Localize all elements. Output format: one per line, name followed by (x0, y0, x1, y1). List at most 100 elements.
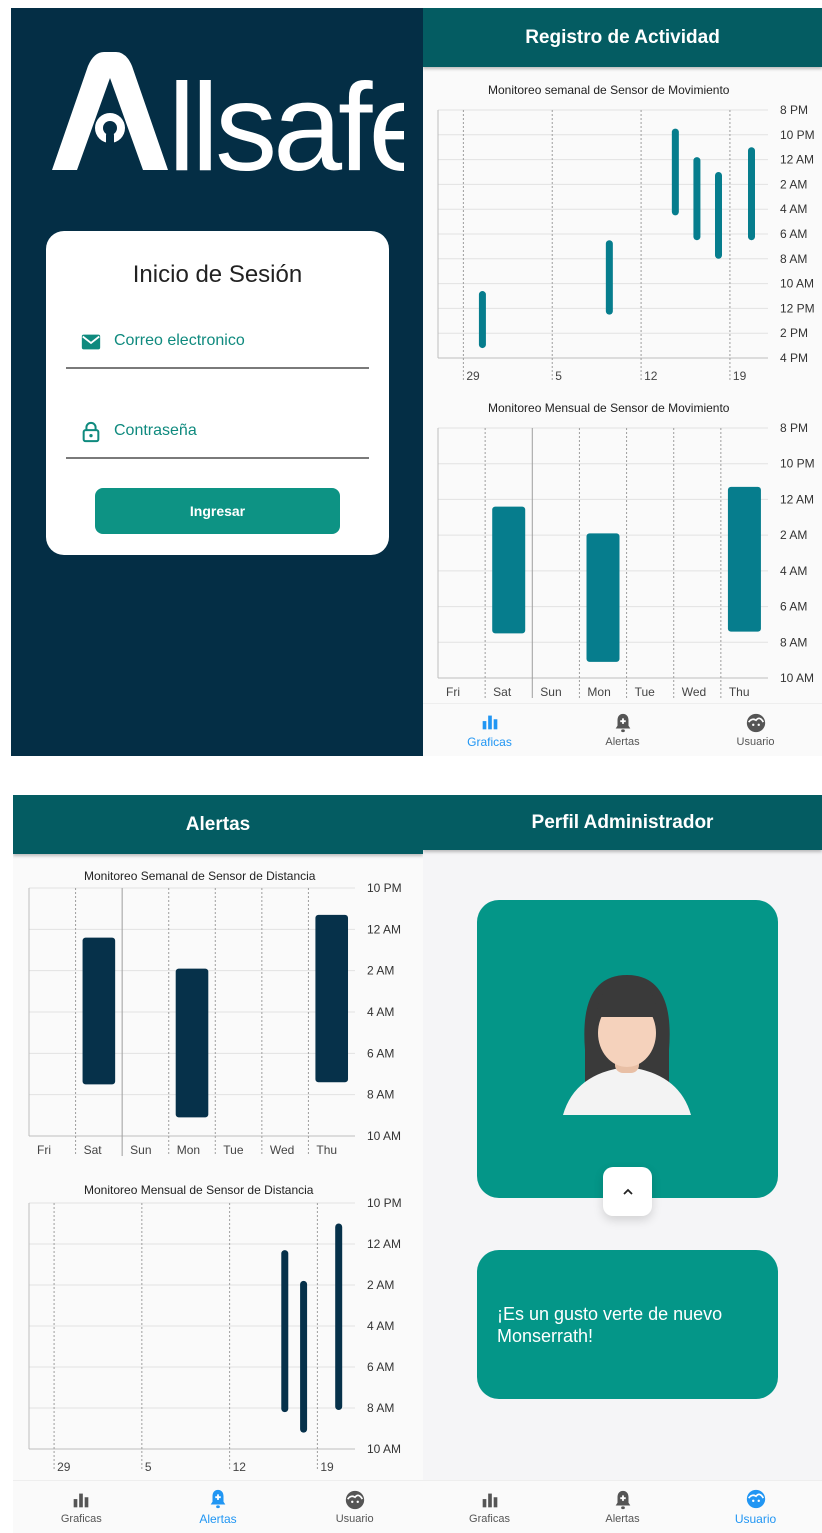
y-tick-label: 8 PM (780, 421, 808, 435)
bar-chart-icon (482, 715, 497, 730)
nav-label-alertas: Alertas (605, 1513, 640, 1525)
nav-graficas[interactable]: Graficas (423, 1481, 556, 1533)
password-field[interactable]: Contraseña (66, 401, 369, 459)
login-button[interactable]: Ingresar (95, 488, 340, 534)
y-tick-label: 2 AM (780, 177, 807, 191)
nav-alertas[interactable]: Alertas (150, 1481, 287, 1533)
welcome-card: ¡Es un gusto verte de nuevo Monserrath! (477, 1250, 778, 1399)
y-tick-label: 10 PM (780, 457, 815, 471)
page-title: Registro de Actividad (423, 8, 822, 67)
face-icon (746, 1489, 765, 1509)
range-bar (715, 172, 722, 259)
y-tick-label: 2 PM (780, 326, 808, 340)
x-tick-label: 19 (320, 1460, 334, 1474)
chart-dist-semanal: 10 PM 12 AM 2 AM 4 AM 6 AM 8 AM 10 AM Fri Sat Sun… (28, 881, 402, 1157)
y-tick-label: 8 AM (780, 252, 807, 266)
nav-usuario[interactable]: Usuario (689, 704, 822, 756)
x-tick-label: Sat (493, 685, 512, 699)
x-tick-label: Sat (84, 1143, 103, 1157)
y-tick-label: 6 AM (367, 1046, 394, 1060)
nav-label-alertas: Alertas (199, 1512, 237, 1526)
allsafe-logo: llsafe (52, 52, 404, 182)
nav-label-usuario: Usuario (335, 1513, 374, 1525)
y-tick-label: 12 AM (780, 153, 814, 167)
bar-chart-icon (482, 1493, 497, 1508)
avatar (563, 975, 691, 1115)
x-tick-label: 5 (145, 1460, 152, 1474)
nav-label-usuario: Usuario (736, 736, 775, 748)
logo-text: llsafe (168, 59, 404, 182)
x-tick-label: 5 (555, 369, 562, 383)
bar-chart-icon (73, 1493, 89, 1508)
y-tick-label: 8 AM (367, 1401, 394, 1415)
nav-label-usuario: Usuario (734, 1512, 777, 1526)
y-tick-label: 10 AM (367, 1129, 401, 1143)
x-tick-label: Wed (682, 685, 706, 699)
x-tick-label: 29 (466, 369, 480, 383)
range-bar (605, 240, 613, 315)
bell-plus-icon (615, 1490, 630, 1510)
chart-dist-mensual: 10 PM 12 AM 2 AM 4 AM 6 AM 8 AM 10 AM 29 5 12 19 (28, 1196, 402, 1474)
x-tick-label: Mon (587, 685, 610, 699)
face-icon (746, 713, 765, 733)
registro-screen: Registro de Actividad Monitoreo semanal … (423, 8, 822, 756)
nav-graficas[interactable]: Graficas (423, 704, 556, 756)
chart-mov-mensual: 8 PM 10 PM 12 AM 2 AM 4 AM 6 AM 8 AM 10 AM Fri Sa… (437, 421, 815, 699)
range-bar (315, 914, 349, 1083)
login-card: Inicio de Sesión Correo electronico Cont… (46, 231, 389, 555)
expand-button[interactable] (603, 1167, 652, 1216)
bell-plus-icon (210, 1489, 226, 1509)
y-tick-label: 10 AM (780, 277, 814, 291)
y-tick-label: 4 AM (367, 1005, 394, 1019)
y-tick-label: 8 PM (780, 103, 808, 117)
lock-icon (82, 421, 100, 443)
y-tick-label: 6 AM (780, 600, 807, 614)
y-tick-label: 4 AM (780, 202, 807, 216)
y-tick-label: 12 AM (367, 1237, 401, 1251)
x-tick-label: Fri (446, 685, 460, 699)
x-tick-label: Wed (270, 1143, 294, 1157)
y-tick-label: 4 AM (367, 1319, 394, 1333)
password-label: Contraseña (114, 422, 197, 439)
range-bar (693, 157, 701, 241)
y-tick-label: 8 AM (780, 635, 807, 649)
y-tick-label: 10 AM (780, 671, 814, 685)
page-title: Alertas (13, 795, 423, 854)
x-tick-label: 12 (644, 369, 658, 383)
x-tick-label: Fri (37, 1143, 51, 1157)
y-tick-label: 4 PM (780, 351, 808, 365)
range-bar (335, 1223, 343, 1411)
mail-icon (81, 334, 101, 350)
nav-graficas[interactable]: Graficas (13, 1481, 150, 1533)
y-tick-label: 6 AM (780, 227, 807, 241)
y-tick-label: 4 AM (780, 564, 807, 578)
nav-label-graficas: Graficas (60, 1513, 102, 1525)
bottom-nav: Graficas Alertas Usuario (423, 703, 822, 756)
x-tick-label: Sun (540, 685, 561, 699)
range-bar (748, 147, 755, 241)
alertas-screen: Alertas Monitoreo Semanal de Sensor de D… (13, 795, 423, 1533)
range-bar (82, 937, 116, 1085)
nav-label-graficas: Graficas (467, 735, 512, 749)
nav-usuario[interactable]: Usuario (286, 1481, 423, 1533)
y-tick-label: 2 AM (367, 964, 394, 978)
nav-alertas[interactable]: Alertas (556, 1481, 689, 1533)
x-tick-label: 19 (733, 369, 747, 383)
y-tick-label: 12 AM (780, 492, 814, 506)
x-tick-label: 29 (57, 1460, 71, 1474)
chart-mov-semanal: 8 PM 10 PM 12 AM 2 AM 4 AM 6 AM 8 AM 10 AM 12 PM… (437, 103, 815, 383)
email-field[interactable]: Correo electronico (66, 311, 369, 369)
x-tick-label: Thu (729, 685, 750, 699)
range-bar (492, 506, 526, 634)
y-tick-label: 12 AM (367, 922, 401, 936)
y-tick-label: 12 PM (780, 301, 815, 315)
login-title: Inicio de Sesión (132, 261, 303, 288)
nav-alertas[interactable]: Alertas (556, 704, 689, 756)
welcome-message: ¡Es un gusto verte de nuevo Monserrath! (497, 1304, 723, 1346)
nav-label-graficas: Graficas (469, 1513, 510, 1525)
y-tick-label: 10 PM (780, 128, 815, 142)
y-tick-label: 2 AM (367, 1278, 394, 1292)
page-title: Perfil Administrador (423, 795, 822, 850)
nav-usuario[interactable]: Usuario (689, 1481, 822, 1533)
y-tick-label: 10 PM (367, 1196, 402, 1210)
